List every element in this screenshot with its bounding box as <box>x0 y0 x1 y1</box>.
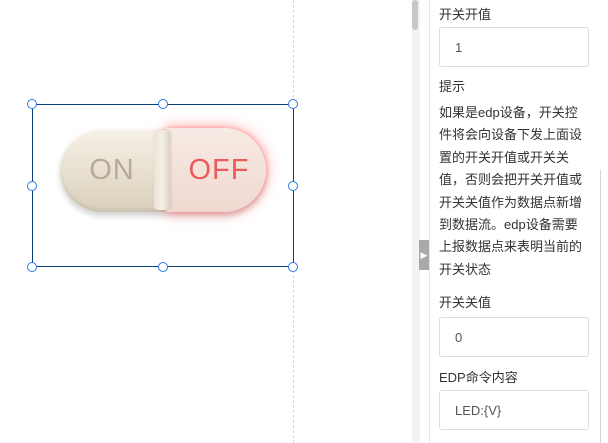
hint-text: 如果是edp设备，开关控件将会向设备下发上面设置的开关开值或开关关值，否则会把开… <box>439 105 583 277</box>
switch-on-value-input[interactable]: 1 <box>439 27 589 67</box>
chevron-right-icon: ▶ <box>420 249 428 260</box>
editor-canvas: ON OFF <box>0 0 412 443</box>
switch-off-label: OFF <box>166 128 266 212</box>
resize-handle-top-center[interactable] <box>158 99 168 109</box>
switch-knob <box>154 130 170 210</box>
edp-command-label: EDP命令内容 <box>439 370 518 385</box>
resize-handle-top-right[interactable] <box>288 99 298 109</box>
resize-handle-bottom-right[interactable] <box>288 262 298 272</box>
resize-handle-bottom-left[interactable] <box>27 262 37 272</box>
collapse-panel-toggle[interactable]: ▶ <box>419 240 429 270</box>
canvas-scrollbar-thumb[interactable] <box>412 0 418 30</box>
switch-off-value-label: 开关关值 <box>439 295 492 310</box>
resize-handle-middle-right[interactable] <box>288 181 298 191</box>
hint-label: 提示 <box>439 79 466 94</box>
resize-handle-middle-left[interactable] <box>27 181 37 191</box>
resize-handle-bottom-center[interactable] <box>158 262 168 272</box>
resize-handle-top-left[interactable] <box>27 99 37 109</box>
edp-command-input[interactable]: LED:{V} <box>439 390 589 430</box>
switch-on-label: ON <box>89 153 135 186</box>
panel-splitter <box>412 0 420 443</box>
toggle-switch-widget[interactable]: ON OFF <box>60 128 266 212</box>
switch-off-value-input[interactable]: 0 <box>439 317 589 357</box>
switch-on-value-label: 开关开值 <box>439 7 492 22</box>
panel-scrollbar[interactable] <box>600 170 605 443</box>
